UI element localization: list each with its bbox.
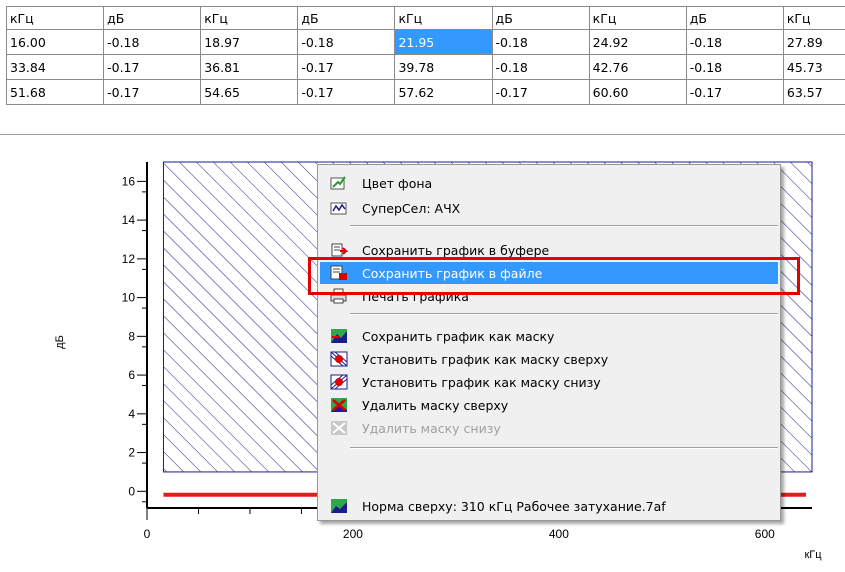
y-tick-label: 10 xyxy=(122,291,136,305)
menu-separator xyxy=(350,313,778,315)
menu-item-label: Норма сверху: 310 кГц Рабочее затухание.… xyxy=(362,498,666,514)
norm-icon xyxy=(330,498,348,514)
menu-item-label: Сохранить график как маску xyxy=(362,328,555,344)
clipboard-icon xyxy=(330,242,348,258)
annotation-highlight-box xyxy=(308,257,800,295)
y-tick-label: 0 xyxy=(128,484,135,498)
menu-item-label: Цвет фона xyxy=(362,175,433,191)
menu-item-set-mask-top[interactable]: Установить график как маску сверху xyxy=(320,348,778,370)
menu-item-delete-mask-top[interactable]: Удалить маску сверху xyxy=(320,394,778,416)
x-tick-label: 400 xyxy=(549,527,569,541)
menu-item-save-as-mask[interactable]: Сохранить график как маску xyxy=(320,325,778,347)
menu-item-label: Удалить маску сверху xyxy=(362,397,509,413)
x-tick-label: 600 xyxy=(755,527,775,541)
x-axis-label: кГц xyxy=(804,549,822,561)
palette-icon xyxy=(330,175,348,191)
menu-item-label: СуперСел: АЧХ xyxy=(362,200,461,216)
y-axis-label: дБ xyxy=(54,335,66,349)
y-tick-label: 16 xyxy=(122,174,136,188)
menu-separator xyxy=(350,225,778,227)
y-tick-label: 12 xyxy=(122,252,136,266)
x-tick-label: 200 xyxy=(343,527,363,541)
menu-item-norm-top[interactable]: Норма сверху: 310 кГц Рабочее затухание.… xyxy=(320,495,778,517)
menu-item-label: Удалить маску снизу xyxy=(362,420,501,436)
menu-item-label: Установить график как маску снизу xyxy=(362,374,601,390)
save-mask-icon xyxy=(330,328,348,344)
menu-item-set-mask-bottom[interactable]: Установить график как маску снизу xyxy=(320,371,778,393)
y-tick-label: 14 xyxy=(122,213,136,227)
y-tick-label: 4 xyxy=(128,407,135,421)
menu-item-label: Сохранить график в буфере xyxy=(362,242,550,258)
chart-icon xyxy=(330,200,348,216)
y-tick-label: 8 xyxy=(128,329,135,343)
x-tick-label: 0 xyxy=(144,527,151,541)
menu-item-supersel[interactable]: СуперСел: АЧХ xyxy=(320,197,778,219)
y-tick-label: 2 xyxy=(128,446,135,460)
mask-top-icon xyxy=(330,351,348,367)
mask-bottom-icon xyxy=(330,374,348,390)
context-menu: Цвет фона СуперСел: АЧХ Сохранить график… xyxy=(317,164,781,521)
menu-item-delete-mask-bottom[interactable]: Удалить маску снизу xyxy=(320,417,778,439)
y-tick-label: 6 xyxy=(128,368,135,382)
menu-separator xyxy=(350,447,778,449)
delete-mask-top-icon xyxy=(330,397,348,413)
menu-item-background-color[interactable]: Цвет фона xyxy=(320,172,778,194)
menu-item-label: Установить график как маску сверху xyxy=(362,351,609,367)
delete-mask-bottom-icon xyxy=(330,420,348,436)
